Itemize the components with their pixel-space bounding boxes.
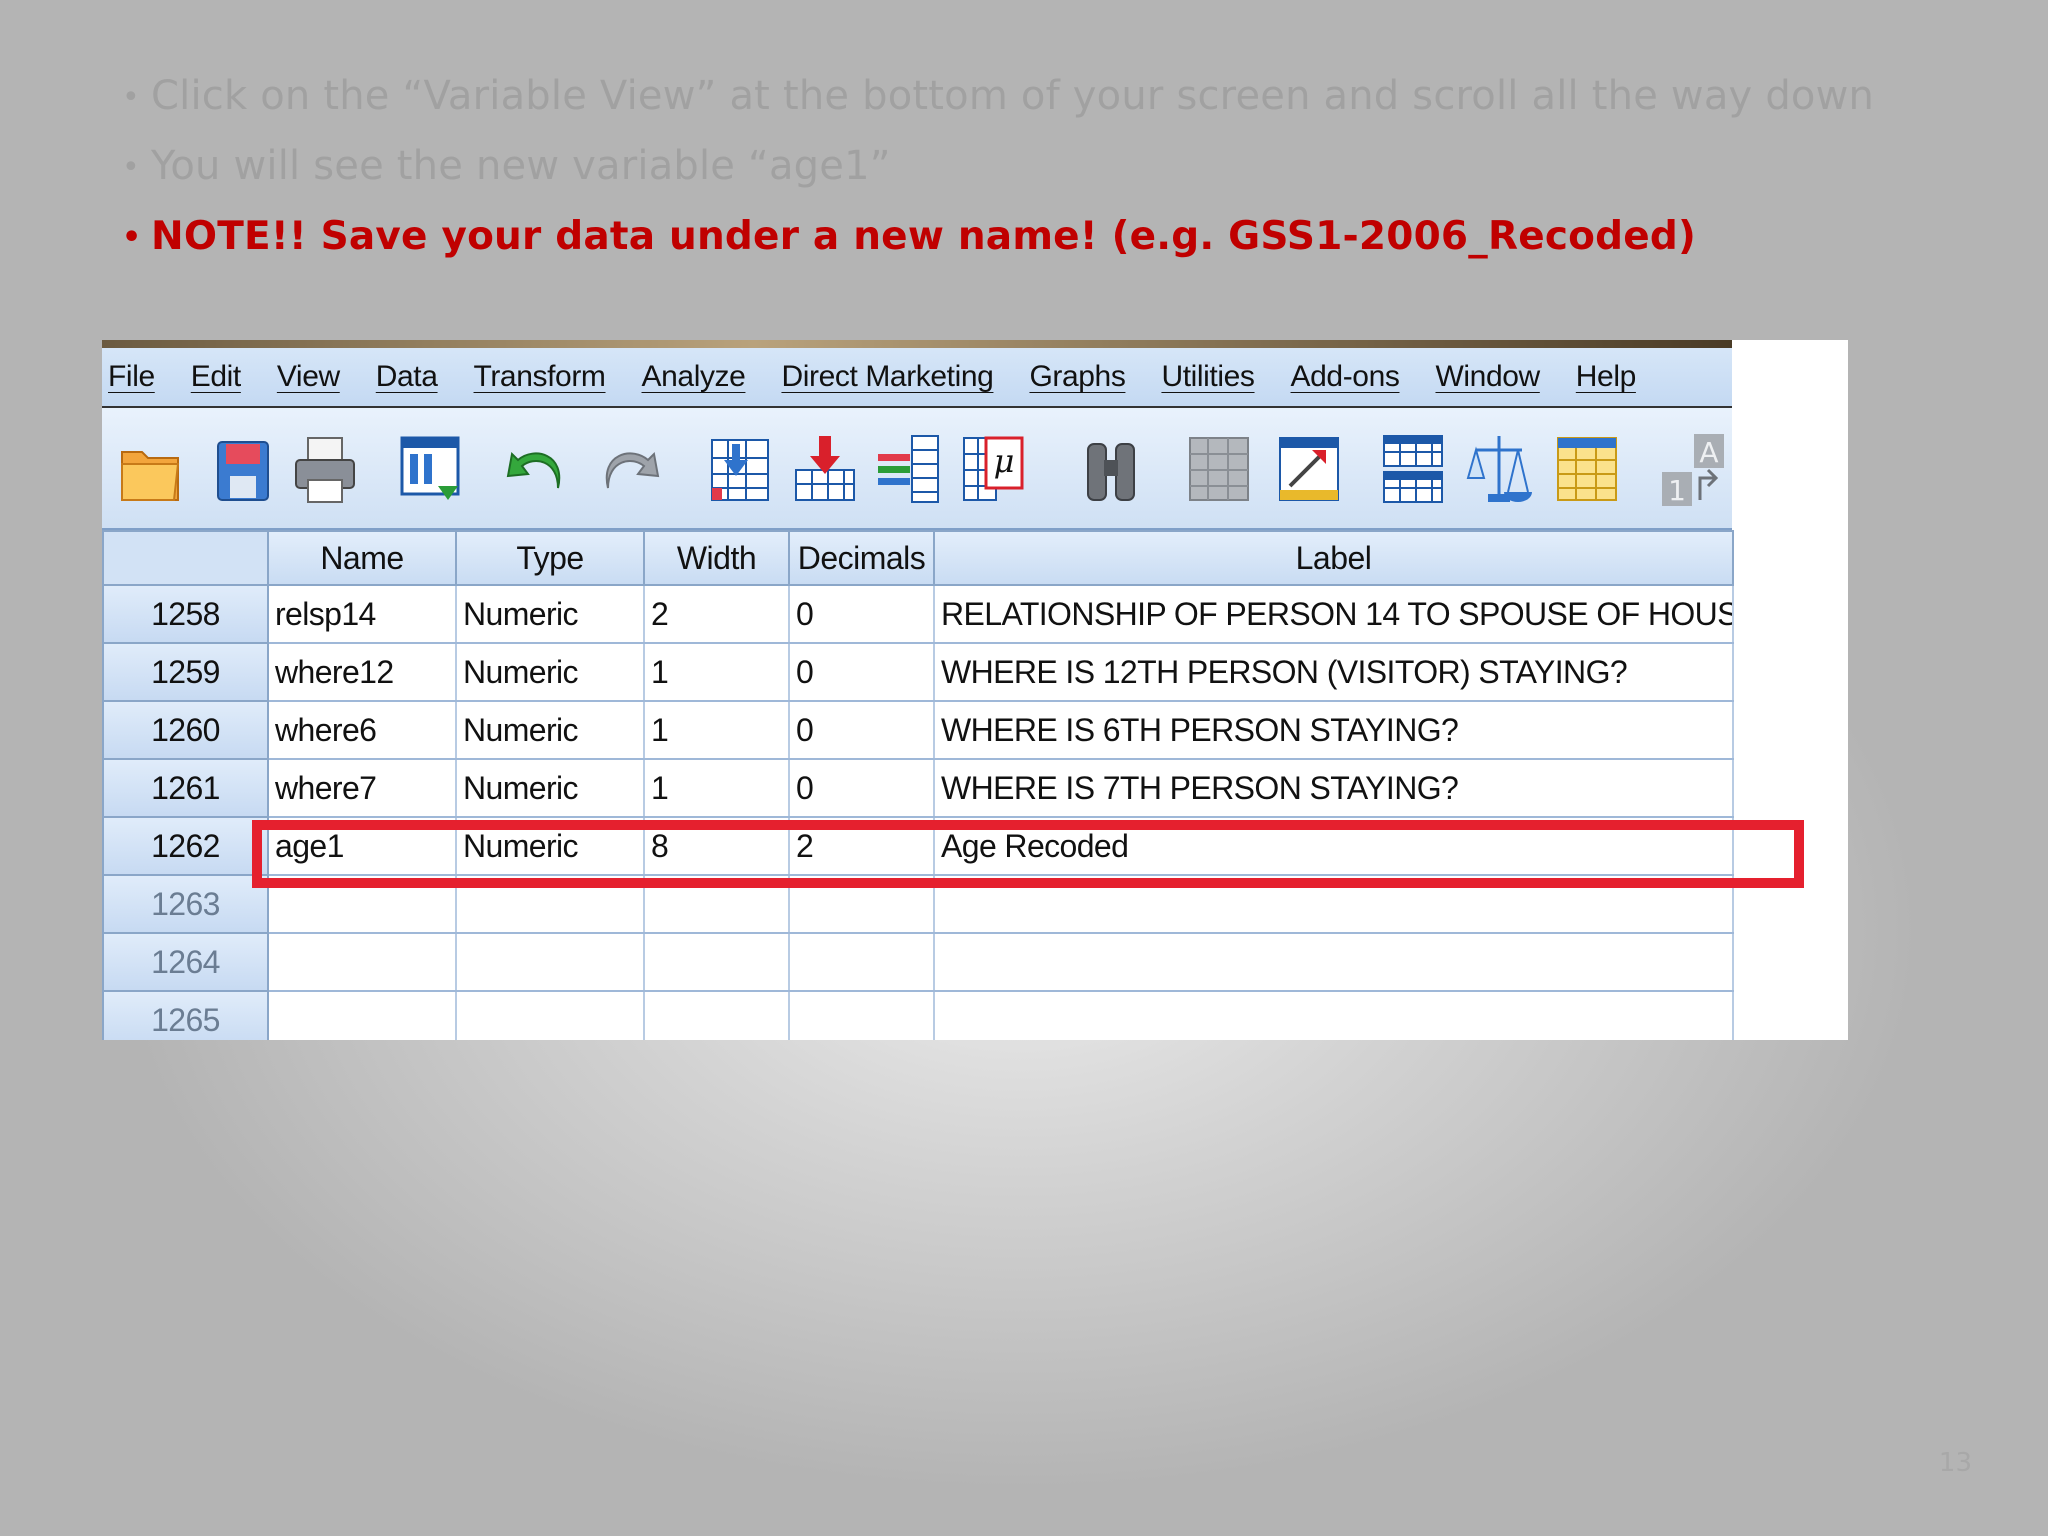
column-header-type[interactable]: Type bbox=[455, 530, 645, 586]
redo-icon[interactable] bbox=[596, 430, 662, 508]
column-header-name[interactable]: Name bbox=[267, 530, 457, 586]
cell-decimals[interactable]: 0 bbox=[789, 701, 935, 760]
cell-decimals[interactable]: 0 bbox=[789, 585, 935, 644]
slide-bullets: • Click on the “Variable View” at the bot… bbox=[122, 62, 1982, 272]
cell-name[interactable]: where7 bbox=[268, 759, 457, 818]
row-number-cell[interactable]: 1261 bbox=[102, 758, 269, 818]
cell-width[interactable]: 1 bbox=[644, 759, 790, 818]
note-bullet: • NOTE!! Save your data under a new name!… bbox=[122, 214, 1697, 259]
variables-icon[interactable] bbox=[876, 430, 942, 508]
grid-corner[interactable] bbox=[102, 530, 269, 586]
goto-case-icon[interactable] bbox=[706, 430, 772, 508]
menu-data[interactable]: Data bbox=[376, 360, 438, 394]
table-row: 1265 bbox=[102, 990, 1734, 1040]
find-icon[interactable] bbox=[1078, 430, 1144, 508]
cell-width[interactable]: 1 bbox=[644, 643, 790, 702]
menu-bar: File Edit View Data Transform Analyze Direct M… bbox=[102, 348, 1732, 408]
menu-add-ons[interactable]: Add-ons bbox=[1291, 360, 1400, 394]
cell-type[interactable]: Numeric bbox=[456, 701, 645, 760]
row-number-cell[interactable]: 1260 bbox=[102, 700, 269, 760]
menu-direct-marketing[interactable]: Direct Marketing bbox=[781, 360, 993, 394]
cell-decimals[interactable]: 0 bbox=[789, 759, 935, 818]
menu-help[interactable]: Help bbox=[1576, 360, 1637, 394]
cell-label[interactable]: RELATIONSHIP OF PERSON 14 TO SPOUSE OF H… bbox=[934, 585, 1734, 644]
cell-name[interactable]: relsp14 bbox=[268, 585, 457, 644]
row-number-cell[interactable]: 1265 bbox=[102, 990, 269, 1040]
insert-cases-icon[interactable] bbox=[1186, 430, 1252, 508]
goto-variable-icon[interactable] bbox=[792, 430, 858, 508]
svg-text:1: 1 bbox=[1668, 474, 1686, 507]
value-labels-icon[interactable]: A1 bbox=[1660, 430, 1726, 508]
bullet-1: • Click on the “Variable View” at the bot… bbox=[122, 73, 1875, 119]
cell-type[interactable]: Numeric bbox=[456, 759, 645, 818]
row-number-cell[interactable]: 1263 bbox=[102, 874, 269, 934]
menu-analyze[interactable]: Analyze bbox=[642, 360, 746, 394]
cell-width[interactable] bbox=[644, 933, 790, 992]
row-number-cell[interactable]: 1262 bbox=[102, 816, 269, 876]
cell-type[interactable] bbox=[456, 933, 645, 992]
menu-file[interactable]: File bbox=[108, 360, 155, 394]
column-header-width[interactable]: Width bbox=[643, 530, 790, 586]
cell-name[interactable] bbox=[268, 991, 457, 1040]
print-icon[interactable] bbox=[292, 430, 358, 508]
svg-text:μ: μ bbox=[994, 442, 1015, 480]
variable-view-grid: Name Type Width Decimals Label 1258 relsp… bbox=[102, 530, 1734, 1040]
page-number: 13 bbox=[1938, 1448, 1972, 1478]
column-header-decimals[interactable]: Decimals bbox=[788, 530, 935, 586]
menu-view[interactable]: View bbox=[277, 360, 340, 394]
cell-label[interactable]: WHERE IS 12TH PERSON (VISITOR) STAYING? bbox=[934, 643, 1734, 702]
select-cases-icon[interactable] bbox=[1554, 430, 1620, 508]
cell-decimals[interactable] bbox=[789, 991, 935, 1040]
row-number-cell[interactable]: 1264 bbox=[102, 932, 269, 992]
open-folder-icon[interactable] bbox=[118, 430, 184, 508]
cell-label[interactable]: WHERE IS 7TH PERSON STAYING? bbox=[934, 759, 1734, 818]
cell-label[interactable] bbox=[934, 991, 1734, 1040]
row-number-cell[interactable]: 1258 bbox=[102, 584, 269, 644]
table-row: 1260 where6 Numeric 1 0 WHERE IS 6TH PERSON S… bbox=[102, 700, 1734, 760]
cell-width[interactable]: 2 bbox=[644, 585, 790, 644]
cell-decimals[interactable] bbox=[789, 933, 935, 992]
spss-screenshot: File Edit View Data Transform Analyze Direct M… bbox=[102, 340, 1848, 1040]
cell-name[interactable]: where12 bbox=[268, 643, 457, 702]
weight-cases-icon[interactable] bbox=[1466, 430, 1532, 508]
run-descriptives-icon[interactable]: μ bbox=[960, 430, 1026, 508]
table-row: 1258 relsp14 Numeric 2 0 RELATIONSHIP OF PERS… bbox=[102, 584, 1734, 644]
save-icon[interactable] bbox=[210, 430, 276, 508]
menu-transform[interactable]: Transform bbox=[474, 360, 606, 394]
menu-utilities[interactable]: Utilities bbox=[1161, 360, 1254, 394]
menu-edit[interactable]: Edit bbox=[191, 360, 242, 394]
cell-name[interactable] bbox=[268, 933, 457, 992]
cell-decimals[interactable]: 0 bbox=[789, 643, 935, 702]
cell-width[interactable] bbox=[644, 991, 790, 1040]
window-title-strip bbox=[102, 340, 1732, 348]
menu-window[interactable]: Window bbox=[1435, 360, 1540, 394]
cell-name[interactable]: where6 bbox=[268, 701, 457, 760]
table-row: 1264 bbox=[102, 932, 1734, 992]
cell-label[interactable]: WHERE IS 6TH PERSON STAYING? bbox=[934, 701, 1734, 760]
cell-type[interactable]: Numeric bbox=[456, 585, 645, 644]
toolbar: μ A1 bbox=[102, 408, 1732, 531]
table-row: 1261 where7 Numeric 1 0 WHERE IS 7TH PERSON S… bbox=[102, 758, 1734, 818]
column-header-label[interactable]: Label bbox=[933, 530, 1734, 586]
table-row: 1259 where12 Numeric 1 0 WHERE IS 12TH PERSON… bbox=[102, 642, 1734, 702]
svg-text:A: A bbox=[1699, 436, 1718, 469]
cell-type[interactable]: Numeric bbox=[456, 643, 645, 702]
insert-variable-icon[interactable] bbox=[1276, 430, 1342, 508]
menu-graphs[interactable]: Graphs bbox=[1029, 360, 1125, 394]
dialog-recall-icon[interactable] bbox=[398, 430, 464, 508]
highlight-box bbox=[252, 820, 1804, 888]
split-file-icon[interactable] bbox=[1380, 430, 1446, 508]
cell-width[interactable]: 1 bbox=[644, 701, 790, 760]
row-number-cell[interactable]: 1259 bbox=[102, 642, 269, 702]
cell-label[interactable] bbox=[934, 933, 1734, 992]
undo-icon[interactable] bbox=[504, 430, 570, 508]
bullet-2: • You will see the new variable “age1” bbox=[122, 143, 891, 189]
cell-type[interactable] bbox=[456, 991, 645, 1040]
